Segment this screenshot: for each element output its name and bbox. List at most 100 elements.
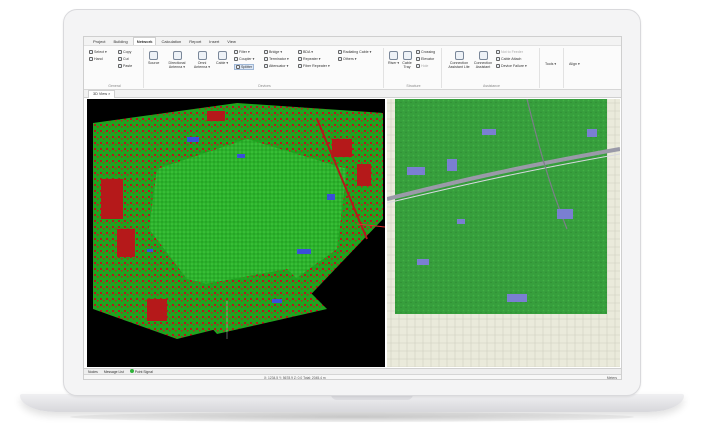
filter-label: Filter ▾ [239,50,250,54]
cut-label: Cut [123,57,129,61]
tab-view[interactable]: View [224,38,239,45]
group-align: Align ▾ [566,48,588,88]
laptop-frame: Project Building Network Calculation Rep… [0,0,704,440]
status-bar: X: 1234.5 Y: 5678.9 Z: 0.0 Total: 2045.4… [84,374,621,380]
omni-antenna-icon [197,51,207,60]
group-devices: Source Directional Antenna ▾ Omni Antenn… [146,48,384,88]
cut-button[interactable]: Cut [118,57,129,61]
hand-label: Hand [94,57,103,61]
hole-label: Hole [421,64,429,68]
laptop-base [20,394,684,412]
cursor-icon [89,50,93,54]
tab-insert[interactable]: Insert [206,38,222,45]
uncovered-area [387,314,620,367]
paste-icon [118,64,122,68]
not-to-feeder-button[interactable]: Not to Feeder [496,50,523,54]
filter-icon [234,50,238,54]
tab-project[interactable]: Project [90,38,108,45]
bda-icon [298,50,302,54]
source-button[interactable]: Source [148,51,159,65]
radiating-cable-button[interactable]: Radiating Cable ▾ [338,50,371,54]
units-label[interactable]: Meters [607,376,617,379]
attenuator-button[interactable]: Attenuator ▾ [264,64,288,68]
riser-label: Riser ▾ [388,61,400,65]
bda-label: BDA ▾ [303,50,313,54]
bridge-button[interactable]: Bridge ▾ [264,50,282,54]
viewport-3d[interactable] [87,99,385,367]
copy-label: Copy [123,50,132,54]
splitter-button[interactable]: Splitter [234,64,255,70]
tab-3d-view[interactable]: 3D View × [88,90,116,98]
coverage-overlay [395,99,607,314]
group-label-devices: Devices [258,84,271,88]
directional-antenna-button[interactable]: Directional Antenna ▾ [164,51,190,69]
cable-tray-icon [402,51,412,60]
elevator-icon [416,57,420,61]
bda-button[interactable]: BDA ▾ [298,50,313,54]
tab-report[interactable]: Report [186,38,204,45]
radiating-cable-icon [338,50,342,54]
not-to-feeder-label: Not to Feeder [501,50,523,54]
viewport-2d-map[interactable] [387,99,620,367]
device-failure-button[interactable]: Device Failure ▾ [496,64,527,68]
group-label-general: General [108,84,121,88]
select-label: Select ▾ [94,50,107,54]
connection-assistant-button[interactable]: Connection Assistant [472,51,494,69]
crossing-button[interactable]: Crossing [416,50,435,54]
select-button[interactable]: Select ▾ [89,50,107,54]
cable-attach-button[interactable]: Cable Attach [496,57,521,61]
terminator-button[interactable]: Terminator ▾ [264,57,289,61]
tab-calculation[interactable]: Calculation [158,38,184,45]
tab-3d-view-label: 3D View [93,92,108,96]
source-icon [149,51,159,60]
splitter-icon [236,65,240,69]
hole-button[interactable]: Hole [416,64,428,68]
ribbon-tabs: Project Building Network Calculation Rep… [84,37,621,46]
group-label-structure: Structure [406,84,421,88]
cable-tray-label: Cable Tray [402,61,412,69]
riser-icon [389,51,399,60]
others-button[interactable]: Others ▾ [338,57,357,61]
nodes-tab[interactable]: Nodes [88,370,98,374]
filter-button[interactable]: Filter ▾ [234,50,250,54]
omni-antenna-button[interactable]: Omni Antenna ▾ [192,51,212,69]
coupler-icon [234,57,238,61]
tools-button[interactable]: Tools ▾ [545,62,556,66]
elevator-button[interactable]: Elevator [416,57,434,61]
cable-tray-button[interactable]: Cable Tray [401,51,413,69]
bridge-label: Bridge ▾ [269,50,283,54]
connection-assistant-label: Connection Assistant [473,61,493,69]
connection-lite-icon [454,51,464,60]
copy-button[interactable]: Copy [118,50,131,54]
directional-antenna-icon [172,51,182,60]
terminator-icon [264,57,268,61]
cable-button[interactable]: Cable ▾ [216,51,228,65]
cable-label: Cable ▾ [216,61,229,65]
tab-building[interactable]: Building [110,38,130,45]
fiber-repeater-button[interactable]: Fiber Repeater ▾ [298,64,330,68]
feeder-icon [496,50,500,54]
riser-button[interactable]: Riser ▾ [388,51,399,65]
attenuator-icon [264,64,268,68]
tab-network[interactable]: Network [132,37,157,45]
coordinate-readout: X: 1234.5 Y: 5678.9 Z: 0.0 Total: 2045.4… [264,376,326,380]
attenuator-label: Attenuator ▾ [269,64,289,68]
repeater-label: Repeater ▾ [303,57,321,61]
connection-icon [478,51,488,60]
repeater-button[interactable]: Repeater ▾ [298,57,321,61]
coupler-button[interactable]: Coupler ▾ [234,57,254,61]
close-icon[interactable]: × [108,92,110,96]
align-button[interactable]: Align ▾ [569,62,580,66]
cable-icon [217,51,227,60]
fiber-repeater-label: Fiber Repeater ▾ [303,64,330,68]
paste-button[interactable]: Paste [118,64,132,68]
coupler-label: Coupler ▾ [239,57,255,61]
message-list-tab[interactable]: Message List [104,370,124,374]
map-render [387,99,620,367]
elevator-label: Elevator [421,57,435,61]
bridge-icon [264,50,268,54]
group-structure: Riser ▾ Cable Tray Crossing Elevator Hol… [386,48,442,88]
paste-label: Paste [123,64,133,68]
hand-button[interactable]: Hand [89,57,103,61]
connection-assistant-lite-button[interactable]: Connection Assistant Lite [446,51,472,69]
